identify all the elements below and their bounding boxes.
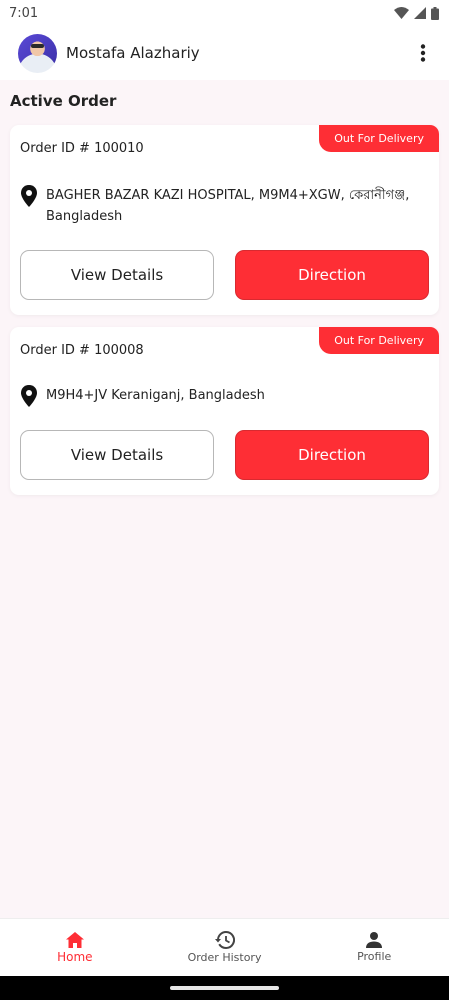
nav-label: Profile [357, 950, 392, 963]
status-badge: Out For Delivery [319, 125, 439, 152]
nav-item-order-history[interactable]: Order History [150, 919, 300, 976]
view-details-button[interactable]: View Details [20, 250, 214, 300]
person-icon [366, 932, 383, 948]
order-id: Order ID # 100010 [20, 141, 144, 156]
wifi-icon [394, 7, 409, 19]
more-vert-icon[interactable] [411, 41, 435, 65]
address-row: M9H4+JV Keraniganj, Bangladesh [20, 385, 425, 407]
status-time: 7:01 [9, 5, 39, 21]
gesture-handle[interactable] [170, 986, 279, 990]
avatar[interactable] [18, 33, 57, 73]
location-pin-icon [21, 385, 37, 407]
bottom-nav: Home Order History Profile [0, 918, 449, 976]
direction-button[interactable]: Direction [235, 250, 429, 300]
nav-label: Order History [187, 951, 262, 964]
nav-item-profile[interactable]: Profile [299, 919, 449, 976]
nav-item-home[interactable]: Home [0, 919, 150, 976]
address-text: BAGHER BAZAR KAZI HOSPITAL, M9M4+XGW, কে… [46, 188, 410, 224]
user-name: Mostafa Alazhariy [66, 44, 200, 62]
app-bar: Mostafa Alazhariy [0, 26, 449, 80]
home-icon [65, 931, 84, 948]
location-pin-icon [21, 185, 37, 207]
section-title: Active Order [10, 92, 117, 110]
direction-button[interactable]: Direction [235, 430, 429, 480]
address-text: M9H4+JV Keraniganj, Bangladesh [46, 388, 265, 403]
battery-icon [431, 6, 439, 20]
status-bar: 7:01 [0, 0, 449, 26]
history-icon [214, 931, 235, 949]
status-badge: Out For Delivery [319, 327, 439, 354]
nav-label: Home [57, 949, 93, 964]
view-details-button[interactable]: View Details [20, 430, 214, 480]
order-card: Out For Delivery Order ID # 100008 M9H4+… [10, 327, 439, 495]
order-id: Order ID # 100008 [20, 343, 144, 358]
status-icons [394, 6, 439, 20]
gesture-bar [0, 976, 449, 1000]
address-row: BAGHER BAZAR KAZI HOSPITAL, M9M4+XGW, কে… [20, 185, 425, 227]
order-card: Out For Delivery Order ID # 100010 BAGHE… [10, 125, 439, 315]
signal-icon [414, 7, 426, 19]
